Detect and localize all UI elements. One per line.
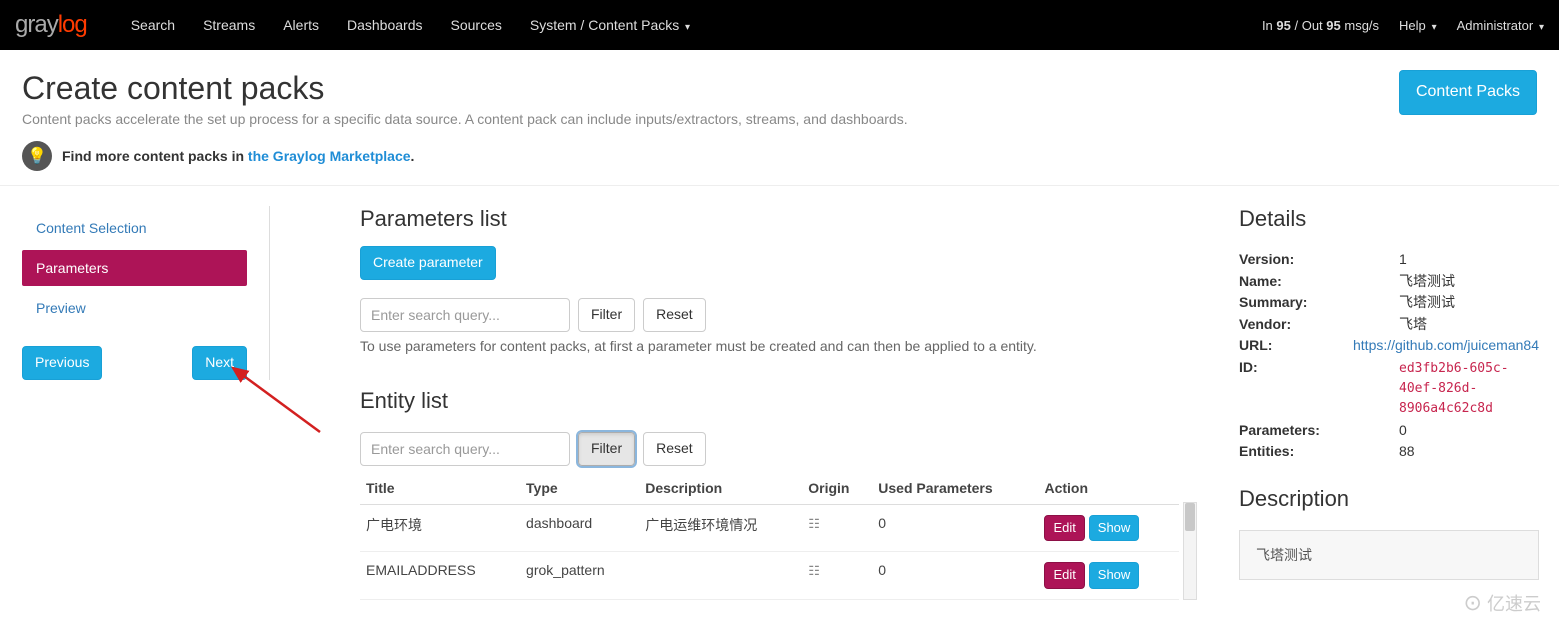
col-used-parameters: Used Parameters: [872, 472, 1038, 505]
marketplace-link[interactable]: the Graylog Marketplace: [248, 148, 411, 164]
server-icon: ☷: [808, 516, 820, 531]
label-version: Version:: [1239, 250, 1399, 270]
nav-alerts[interactable]: Alerts: [283, 17, 319, 33]
label-name: Name:: [1239, 272, 1399, 292]
value-vendor: 飞塔: [1399, 315, 1539, 335]
params-search-input[interactable]: [360, 298, 570, 332]
caret-down-icon: ▾: [682, 22, 690, 33]
value-version: 1: [1399, 250, 1539, 270]
label-id: ID:: [1239, 358, 1399, 419]
col-description: Description: [639, 472, 802, 505]
col-title: Title: [360, 472, 520, 505]
cell-origin: ☷: [802, 552, 872, 599]
value-id: ed3fb2b6-605c-40ef-826d-8906a4c62c8d: [1399, 361, 1509, 416]
parameters-list-title: Parameters list: [360, 206, 1179, 232]
cell-description: [639, 552, 802, 599]
marketplace-tip: 💡 Find more content packs in the Graylog…: [22, 141, 1537, 171]
next-button[interactable]: Next: [192, 346, 247, 380]
watermark: ⊙ 亿速云: [1464, 590, 1541, 616]
content-packs-button[interactable]: Content Packs: [1399, 70, 1537, 115]
table-row: EMAILADDRESS grok_pattern ☷ 0 Edit Show: [360, 552, 1179, 599]
params-filter-button[interactable]: Filter: [578, 298, 635, 332]
previous-button[interactable]: Previous: [22, 346, 102, 380]
step-preview[interactable]: Preview: [22, 290, 247, 326]
show-button[interactable]: Show: [1089, 515, 1140, 541]
page-subtitle: Content packs accelerate the set up proc…: [22, 111, 1399, 127]
col-origin: Origin: [802, 472, 872, 505]
description-title: Description: [1239, 486, 1539, 512]
entity-reset-button[interactable]: Reset: [643, 432, 706, 466]
throughput-indicator: In 95 / Out 95 msg/s: [1262, 18, 1379, 33]
cell-used: 0: [872, 552, 1038, 599]
label-url: URL:: [1239, 336, 1353, 356]
wizard-sidebar: Content Selection Parameters Preview Pre…: [0, 206, 270, 380]
entity-search-input[interactable]: [360, 432, 570, 466]
nav-search[interactable]: Search: [131, 17, 175, 33]
top-navbar: graylog Search Streams Alerts Dashboards…: [0, 0, 1559, 50]
caret-down-icon: ▾: [1429, 22, 1437, 33]
label-vendor: Vendor:: [1239, 315, 1399, 335]
value-name: 飞塔测试: [1399, 272, 1539, 292]
label-summary: Summary:: [1239, 293, 1399, 313]
description-box: 飞塔测试: [1239, 530, 1539, 580]
page-title: Create content packs: [22, 70, 1399, 107]
table-row: 广电环境 dashboard 广电运维环境情况 ☷ 0 Edit Show: [360, 504, 1179, 551]
value-summary: 飞塔测试: [1399, 293, 1539, 313]
cell-used: 0: [872, 504, 1038, 551]
cell-action: Edit Show: [1038, 504, 1179, 551]
show-button[interactable]: Show: [1089, 562, 1140, 588]
cell-title: 广电环境: [360, 504, 520, 551]
edit-button[interactable]: Edit: [1044, 515, 1084, 541]
nav-administrator[interactable]: Administrator ▾: [1457, 18, 1544, 33]
page-header: Create content packs Content packs accel…: [0, 50, 1559, 186]
value-parameters: 0: [1399, 421, 1539, 441]
label-entities: Entities:: [1239, 442, 1399, 462]
col-action: Action: [1038, 472, 1179, 505]
cell-type: grok_pattern: [520, 552, 639, 599]
nav-help[interactable]: Help ▾: [1399, 18, 1437, 33]
lightbulb-icon: 💡: [22, 141, 52, 171]
details-title: Details: [1239, 206, 1539, 232]
content-area: Content Selection Parameters Preview Pre…: [0, 186, 1559, 620]
cell-action: Edit Show: [1038, 552, 1179, 599]
entity-filter-button[interactable]: Filter: [578, 432, 635, 466]
table-scrollbar[interactable]: [1183, 502, 1197, 600]
main-panel: Parameters list Create parameter Filter …: [270, 206, 1219, 600]
value-entities: 88: [1399, 442, 1539, 462]
cell-description: 广电运维环境情况: [639, 504, 802, 551]
nav-sources[interactable]: Sources: [451, 17, 502, 33]
label-parameters: Parameters:: [1239, 421, 1399, 441]
create-parameter-button[interactable]: Create parameter: [360, 246, 496, 280]
cell-origin: ☷: [802, 504, 872, 551]
step-content-selection[interactable]: Content Selection: [22, 210, 247, 246]
server-icon: ☷: [808, 563, 820, 578]
nav-dashboards[interactable]: Dashboards: [347, 17, 423, 33]
entity-table: Title Type Description Origin Used Param…: [360, 472, 1179, 600]
step-parameters[interactable]: Parameters: [22, 250, 247, 286]
params-help-text: To use parameters for content packs, at …: [360, 338, 1179, 354]
details-panel: Details Version:1 Name:飞塔测试 Summary:飞塔测试…: [1219, 206, 1559, 580]
logo[interactable]: graylog: [15, 11, 87, 39]
entity-list-title: Entity list: [360, 388, 1179, 414]
value-url-link[interactable]: https://github.com/juiceman84: [1353, 337, 1539, 353]
params-reset-button[interactable]: Reset: [643, 298, 706, 332]
nav-streams[interactable]: Streams: [203, 17, 255, 33]
caret-down-icon: ▾: [1536, 22, 1544, 33]
edit-button[interactable]: Edit: [1044, 562, 1084, 588]
cell-type: dashboard: [520, 504, 639, 551]
nav-system[interactable]: System / Content Packs ▾: [530, 17, 690, 33]
col-type: Type: [520, 472, 639, 505]
cell-title: EMAILADDRESS: [360, 552, 520, 599]
